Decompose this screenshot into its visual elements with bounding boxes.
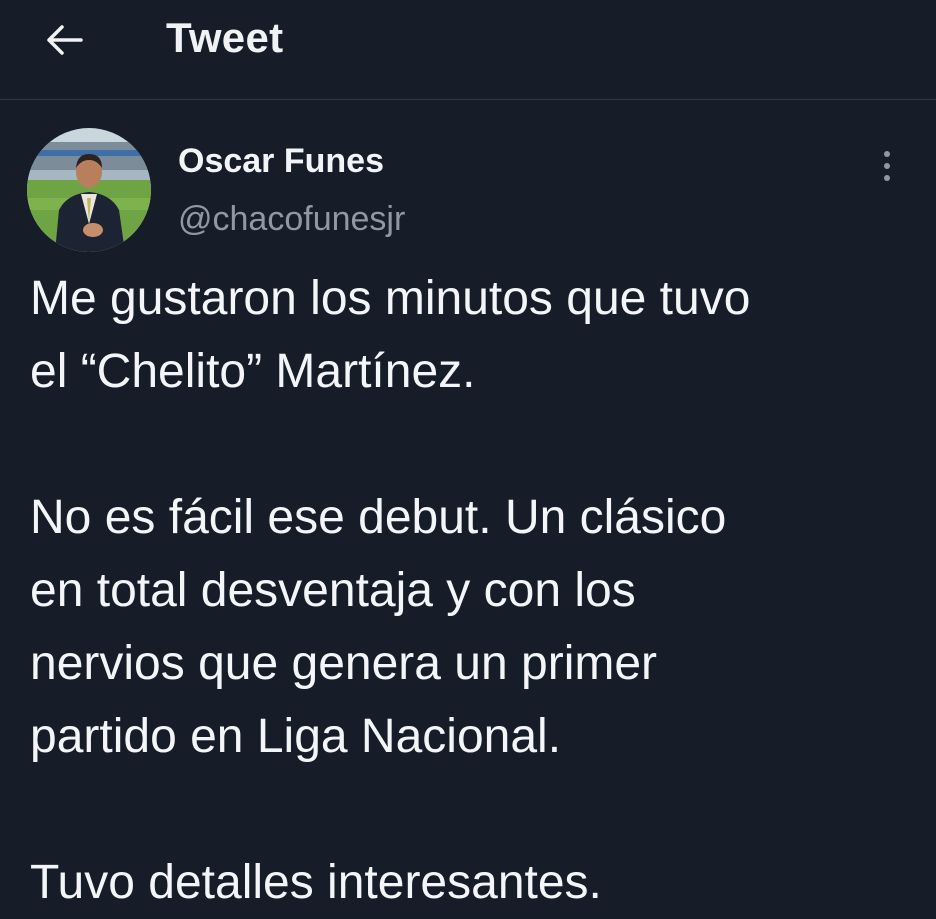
tweet-line: Tuvo detalles interesantes. <box>30 856 602 909</box>
profile-photo <box>27 128 151 252</box>
arrow-left-icon <box>47 25 83 55</box>
tweet-text: Me gustaron los minutos que tuvo el “Che… <box>30 262 920 919</box>
tweet-line: nervios que genera un primer <box>30 637 658 690</box>
top-bar: Tweet <box>0 0 936 100</box>
author-name[interactable]: Oscar Funes <box>178 142 384 181</box>
tweet-line: en total desventaja y con los <box>30 564 636 617</box>
avatar[interactable] <box>27 128 151 252</box>
more-options-button[interactable] <box>872 146 902 186</box>
back-button[interactable] <box>40 20 88 60</box>
page-title: Tweet <box>166 14 284 61</box>
more-vertical-icon-dot <box>884 163 890 169</box>
tweet-line: No es fácil ese debut. Un clásico <box>30 491 727 544</box>
more-vertical-icon <box>884 151 890 157</box>
tweet-line: Me gustaron los minutos que tuvo <box>30 272 751 325</box>
more-vertical-icon-dot <box>884 175 890 181</box>
author-handle[interactable]: @chacofunesjr <box>178 200 405 239</box>
tweet-line: partido en Liga Nacional. <box>30 710 562 763</box>
tweet-line: el “Chelito” Martínez. <box>30 345 476 398</box>
